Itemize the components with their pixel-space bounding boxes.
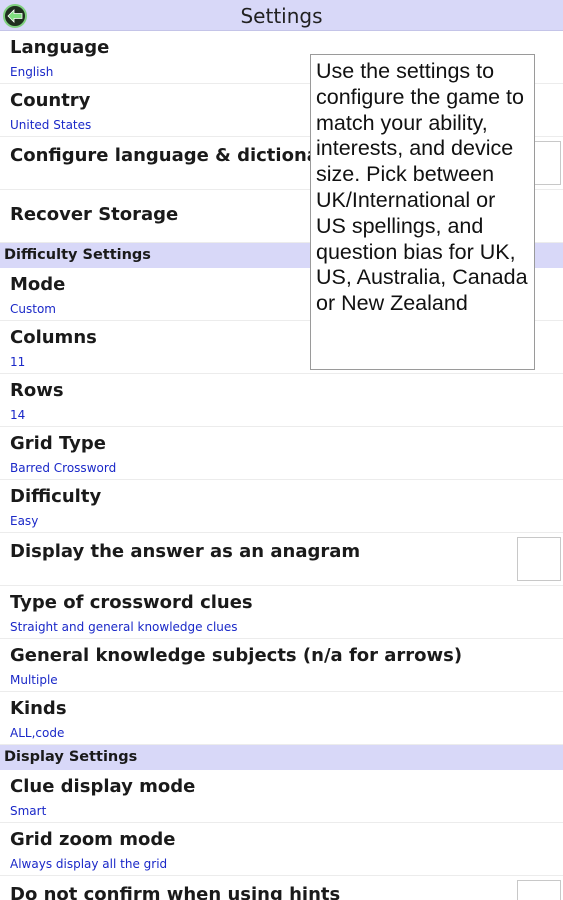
page-title: Settings [240, 4, 323, 28]
setting-value: Multiple [10, 673, 58, 687]
setting-value: English [10, 65, 54, 79]
setting-grid-type[interactable]: Grid Type Barred Crossword [0, 427, 563, 480]
setting-label: Grid zoom mode [10, 829, 176, 850]
setting-clue-display-mode[interactable]: Clue display mode Smart [0, 770, 563, 823]
help-tooltip: Use the settings to configure the game t… [310, 54, 535, 370]
setting-label: Language [10, 37, 110, 58]
setting-label: Clue display mode [10, 776, 196, 797]
setting-label: Mode [10, 274, 66, 295]
setting-value: Custom [10, 302, 56, 316]
setting-label: Country [10, 90, 91, 111]
setting-clue-type[interactable]: Type of crossword clues Straight and gen… [0, 586, 563, 639]
setting-gk-subjects[interactable]: General knowledge subjects (n/a for arro… [0, 639, 563, 692]
setting-difficulty[interactable]: Difficulty Easy [0, 480, 563, 533]
setting-rows[interactable]: Rows 14 [0, 374, 563, 427]
setting-label: General knowledge subjects (n/a for arro… [10, 645, 463, 666]
setting-value: 14 [10, 408, 26, 422]
setting-label: Columns [10, 327, 97, 348]
setting-label: Kinds [10, 698, 67, 719]
setting-label: Type of crossword clues [10, 592, 253, 613]
setting-label: Recover Storage [10, 204, 179, 225]
section-display-settings: Display Settings [0, 745, 563, 770]
setting-grid-zoom-mode[interactable]: Grid zoom mode Always display all the gr… [0, 823, 563, 876]
title-bar: Settings [0, 0, 563, 31]
setting-label: Rows [10, 380, 64, 401]
setting-label: Configure language & dictionar [10, 145, 328, 166]
setting-value: Straight and general knowledge clues [10, 620, 238, 634]
anagram-checkbox[interactable] [517, 537, 561, 581]
setting-label: Grid Type [10, 433, 106, 454]
setting-value: Smart [10, 804, 47, 818]
section-label: Display Settings [4, 749, 138, 765]
setting-label: Display the answer as an anagram [10, 541, 361, 562]
setting-value: 11 [10, 355, 26, 369]
setting-value: United States [10, 118, 92, 132]
setting-value: Easy [10, 514, 39, 528]
setting-value: ALL,code [10, 726, 65, 740]
section-label: Difficulty Settings [4, 247, 151, 263]
setting-kinds[interactable]: Kinds ALL,code [0, 692, 563, 745]
setting-anagram[interactable]: Display the answer as an anagram [0, 533, 563, 586]
confirm-hints-checkbox[interactable] [517, 880, 561, 900]
setting-value: Always display all the grid [10, 857, 168, 871]
setting-label: Difficulty [10, 486, 102, 507]
setting-label: Do not confirm when using hints [10, 884, 341, 900]
setting-value: Barred Crossword [10, 461, 117, 475]
setting-confirm-hints[interactable]: Do not confirm when using hints [0, 876, 563, 900]
